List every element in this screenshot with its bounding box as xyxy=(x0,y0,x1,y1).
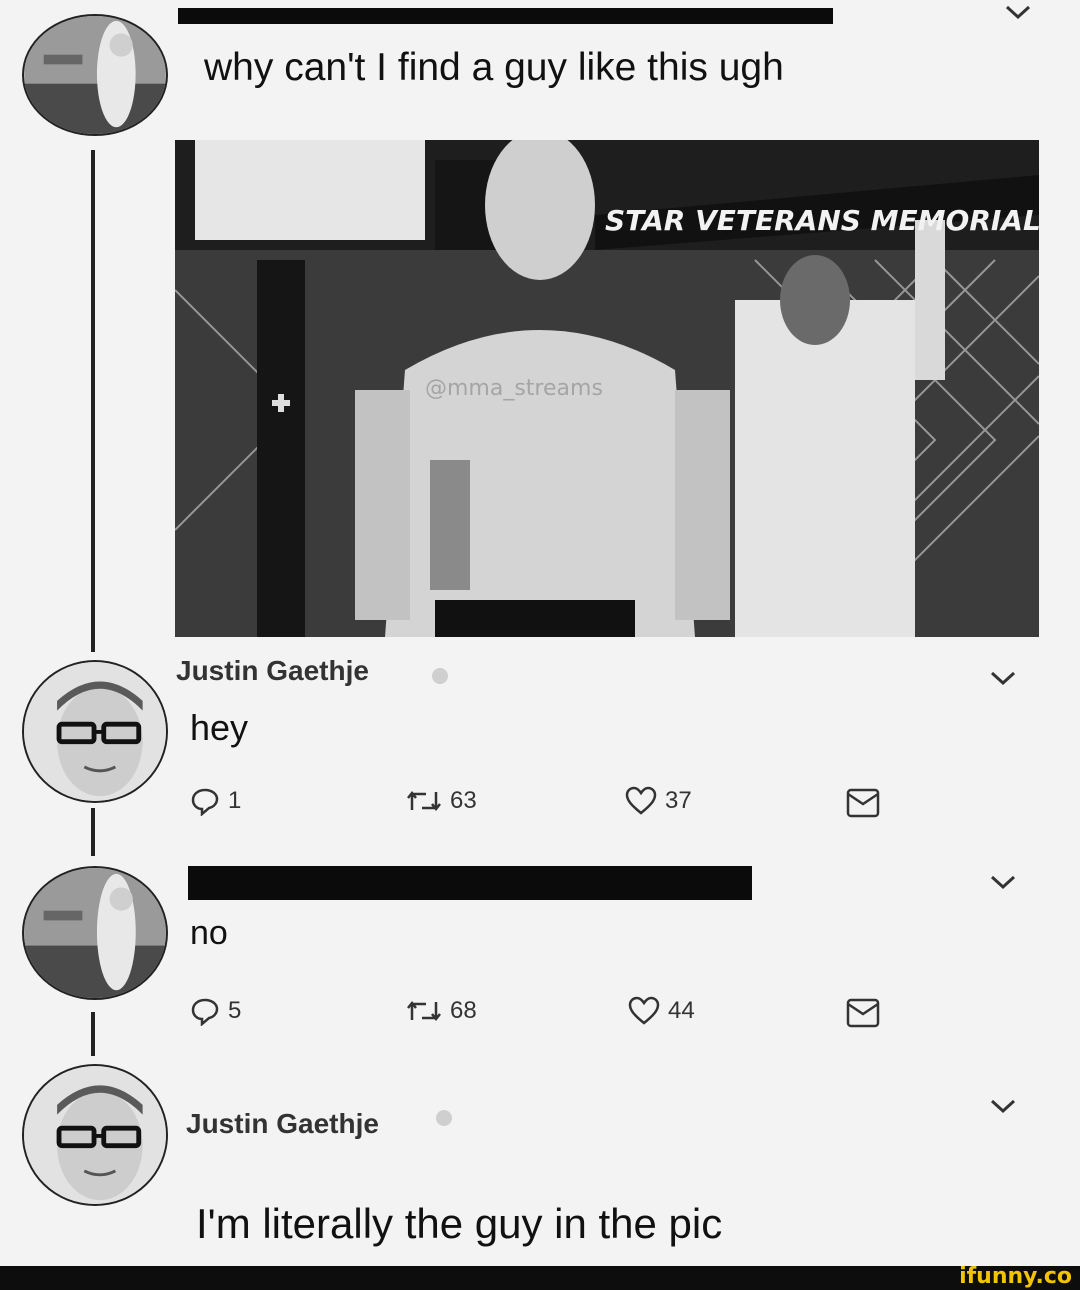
retweet-icon xyxy=(407,1000,441,1022)
media-banner-text: STAR VETERANS MEMORIAL xyxy=(605,204,1039,237)
avatar[interactable] xyxy=(22,866,168,1000)
reply-count: 5 xyxy=(228,997,242,1024)
reply-button[interactable]: 5 xyxy=(190,996,241,1026)
heart-icon xyxy=(625,786,657,815)
tweet-text: hey xyxy=(190,707,249,748)
avatar[interactable] xyxy=(22,1064,168,1206)
verified-icon xyxy=(436,1110,452,1126)
tweet-text: I'm literally the guy in the pic xyxy=(196,1200,723,1247)
reply-button[interactable]: 1 xyxy=(190,786,241,816)
tweet-text: no xyxy=(190,914,228,952)
thread-line xyxy=(91,808,95,856)
like-button[interactable]: 44 xyxy=(628,996,695,1026)
verified-icon xyxy=(432,668,448,684)
chevron-down-icon[interactable] xyxy=(988,668,1018,688)
reply-icon xyxy=(191,998,219,1026)
heart-icon xyxy=(628,996,660,1025)
retweet-count: 68 xyxy=(450,997,477,1024)
retweet-button[interactable]: 68 xyxy=(406,996,477,1026)
retweet-count: 63 xyxy=(450,787,477,814)
thread-line xyxy=(91,1012,95,1056)
media-watermark: @mma_streams xyxy=(425,376,603,401)
direct-message-button[interactable] xyxy=(845,996,881,1030)
like-count: 37 xyxy=(665,787,692,814)
like-count: 44 xyxy=(668,997,695,1024)
tweet-media-image[interactable]: STAR VETERANS MEMORIAL @mma_streams xyxy=(175,140,1039,637)
chevron-down-icon[interactable] xyxy=(1003,2,1033,22)
author-name[interactable]: Justin Gaethje xyxy=(176,655,369,687)
footer-bar: ifunny.co xyxy=(0,1264,1080,1290)
author-name[interactable]: Justin Gaethje xyxy=(186,1108,379,1140)
tweet-text: why can't I find a guy like this ugh xyxy=(204,46,784,89)
reply-icon xyxy=(191,788,219,816)
thread-line xyxy=(91,150,95,652)
envelope-icon xyxy=(846,788,880,818)
reply-count: 1 xyxy=(228,787,242,814)
chevron-down-icon[interactable] xyxy=(988,1096,1018,1116)
envelope-icon xyxy=(846,998,880,1028)
chevron-down-icon[interactable] xyxy=(988,872,1018,892)
retweet-button[interactable]: 63 xyxy=(406,786,477,816)
avatar[interactable] xyxy=(22,14,168,136)
brand-logo[interactable]: ifunny.co xyxy=(959,1264,1072,1289)
direct-message-button[interactable] xyxy=(845,786,881,820)
redacted-username xyxy=(188,866,752,900)
redacted-username xyxy=(178,8,833,24)
retweet-icon xyxy=(407,790,441,812)
avatar[interactable] xyxy=(22,660,168,803)
like-button[interactable]: 37 xyxy=(625,786,692,816)
